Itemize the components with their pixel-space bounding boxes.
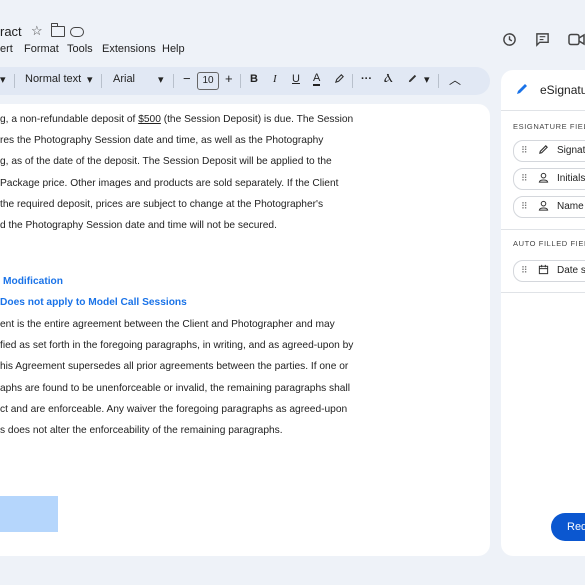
menu-extensions[interactable]: Extensions xyxy=(102,43,156,55)
font-select[interactable]: Arial xyxy=(113,73,135,85)
document-line: aphs are found to be unenforceable or in… xyxy=(0,383,351,394)
initials-field[interactable]: ⠿ Initials xyxy=(513,168,585,190)
drag-handle-icon[interactable]: ⠿ xyxy=(521,265,528,276)
meet-icon[interactable] xyxy=(568,33,585,50)
comments-icon[interactable] xyxy=(535,32,550,51)
font-size-input[interactable]: 10 xyxy=(197,72,219,90)
chevron-down-icon[interactable]: ▾ xyxy=(87,73,93,86)
section-subheading: Does not apply to Model Call Sessions xyxy=(0,297,187,308)
underline-button[interactable]: U xyxy=(292,73,300,85)
document-line: his Agreement supersedes all prior agree… xyxy=(0,361,349,372)
pen-icon xyxy=(515,82,529,99)
drag-handle-icon[interactable]: ⠿ xyxy=(521,201,528,212)
decrease-font-size-button[interactable]: − xyxy=(183,71,191,86)
field-label: Date s xyxy=(557,265,585,276)
name-field[interactable]: ⠿ Name xyxy=(513,196,585,218)
spellcheck-icon[interactable]: Ⲁ xyxy=(384,71,393,86)
move-folder-icon[interactable] xyxy=(51,23,65,37)
doc-title[interactable]: ract xyxy=(0,24,22,39)
field-label: Name xyxy=(557,201,584,212)
drag-handle-icon[interactable]: ⠿ xyxy=(521,173,528,184)
document-line: Package price. Other images and products… xyxy=(0,178,339,189)
pen-icon xyxy=(538,144,549,158)
document-line: fied as set forth in the foregoing parag… xyxy=(0,340,354,351)
highlight-icon[interactable] xyxy=(334,73,345,87)
style-select[interactable]: Normal text xyxy=(25,73,81,85)
person-icon xyxy=(538,200,549,214)
document-line: the required deposit, prices are subject… xyxy=(0,199,324,210)
panel-title: eSignatu xyxy=(540,83,585,97)
field-label: Initials xyxy=(557,173,585,184)
star-icon[interactable]: ☆ xyxy=(31,23,43,39)
document-line: ct and are enforceable. Any waiver the f… xyxy=(0,404,348,415)
menu-help[interactable]: Help xyxy=(162,43,185,55)
text-color-button[interactable]: A xyxy=(313,73,321,86)
section-label: ESIGNATURE FIEL xyxy=(513,122,585,131)
menu-format[interactable]: Format xyxy=(24,43,59,55)
document-line: s does not alter the enforceability of t… xyxy=(0,425,283,436)
section-label: AUTO FILLED FIEL xyxy=(513,239,585,248)
document-line: d the Photography Session date and time … xyxy=(0,220,277,231)
drag-handle-icon[interactable]: ⠿ xyxy=(521,145,528,156)
document-line: g, a non-refundable deposit of $500 (the… xyxy=(0,114,354,125)
section-heading: Modification xyxy=(3,276,63,287)
document-line: g, as of the date of the deposit. The Se… xyxy=(0,156,332,167)
cloud-status-icon[interactable] xyxy=(70,27,84,37)
history-icon[interactable] xyxy=(502,32,517,51)
person-icon xyxy=(538,172,549,186)
collapse-toolbar-icon[interactable]: ︿ xyxy=(449,71,461,88)
italic-button[interactable]: I xyxy=(273,73,277,85)
menu-insert[interactable]: ert xyxy=(0,43,13,55)
text-selection-highlight xyxy=(0,496,58,532)
bold-button[interactable]: B xyxy=(250,73,258,85)
chevron-down-icon[interactable]: ▾ xyxy=(158,73,164,86)
chevron-down-icon[interactable]: ▾ xyxy=(0,73,6,86)
calendar-icon xyxy=(538,264,549,278)
formatting-toolbar: ▾ Normal text ▾ Arial ▾ − 10 + B I U A ·… xyxy=(0,67,490,95)
date-signed-field[interactable]: ⠿ Date s xyxy=(513,260,585,282)
menu-tools[interactable]: Tools xyxy=(67,43,93,55)
document-line: ent is the entire agreement between the … xyxy=(0,319,335,330)
increase-font-size-button[interactable]: + xyxy=(225,71,233,86)
esignature-panel: eSignatu ESIGNATURE FIEL ⠿ Signat ⠿ Init… xyxy=(501,70,585,556)
field-label: Signat xyxy=(557,145,585,156)
request-signatures-button[interactable]: Req xyxy=(551,513,585,541)
more-options-icon[interactable]: ··· xyxy=(361,73,372,85)
signature-field[interactable]: ⠿ Signat xyxy=(513,140,585,162)
chevron-down-icon[interactable]: ▾ xyxy=(424,73,430,86)
document-line: res the Photography Session date and tim… xyxy=(0,135,324,146)
editing-mode-icon[interactable] xyxy=(407,73,418,87)
document-page[interactable]: g, a non-refundable deposit of $500 (the… xyxy=(0,104,490,556)
